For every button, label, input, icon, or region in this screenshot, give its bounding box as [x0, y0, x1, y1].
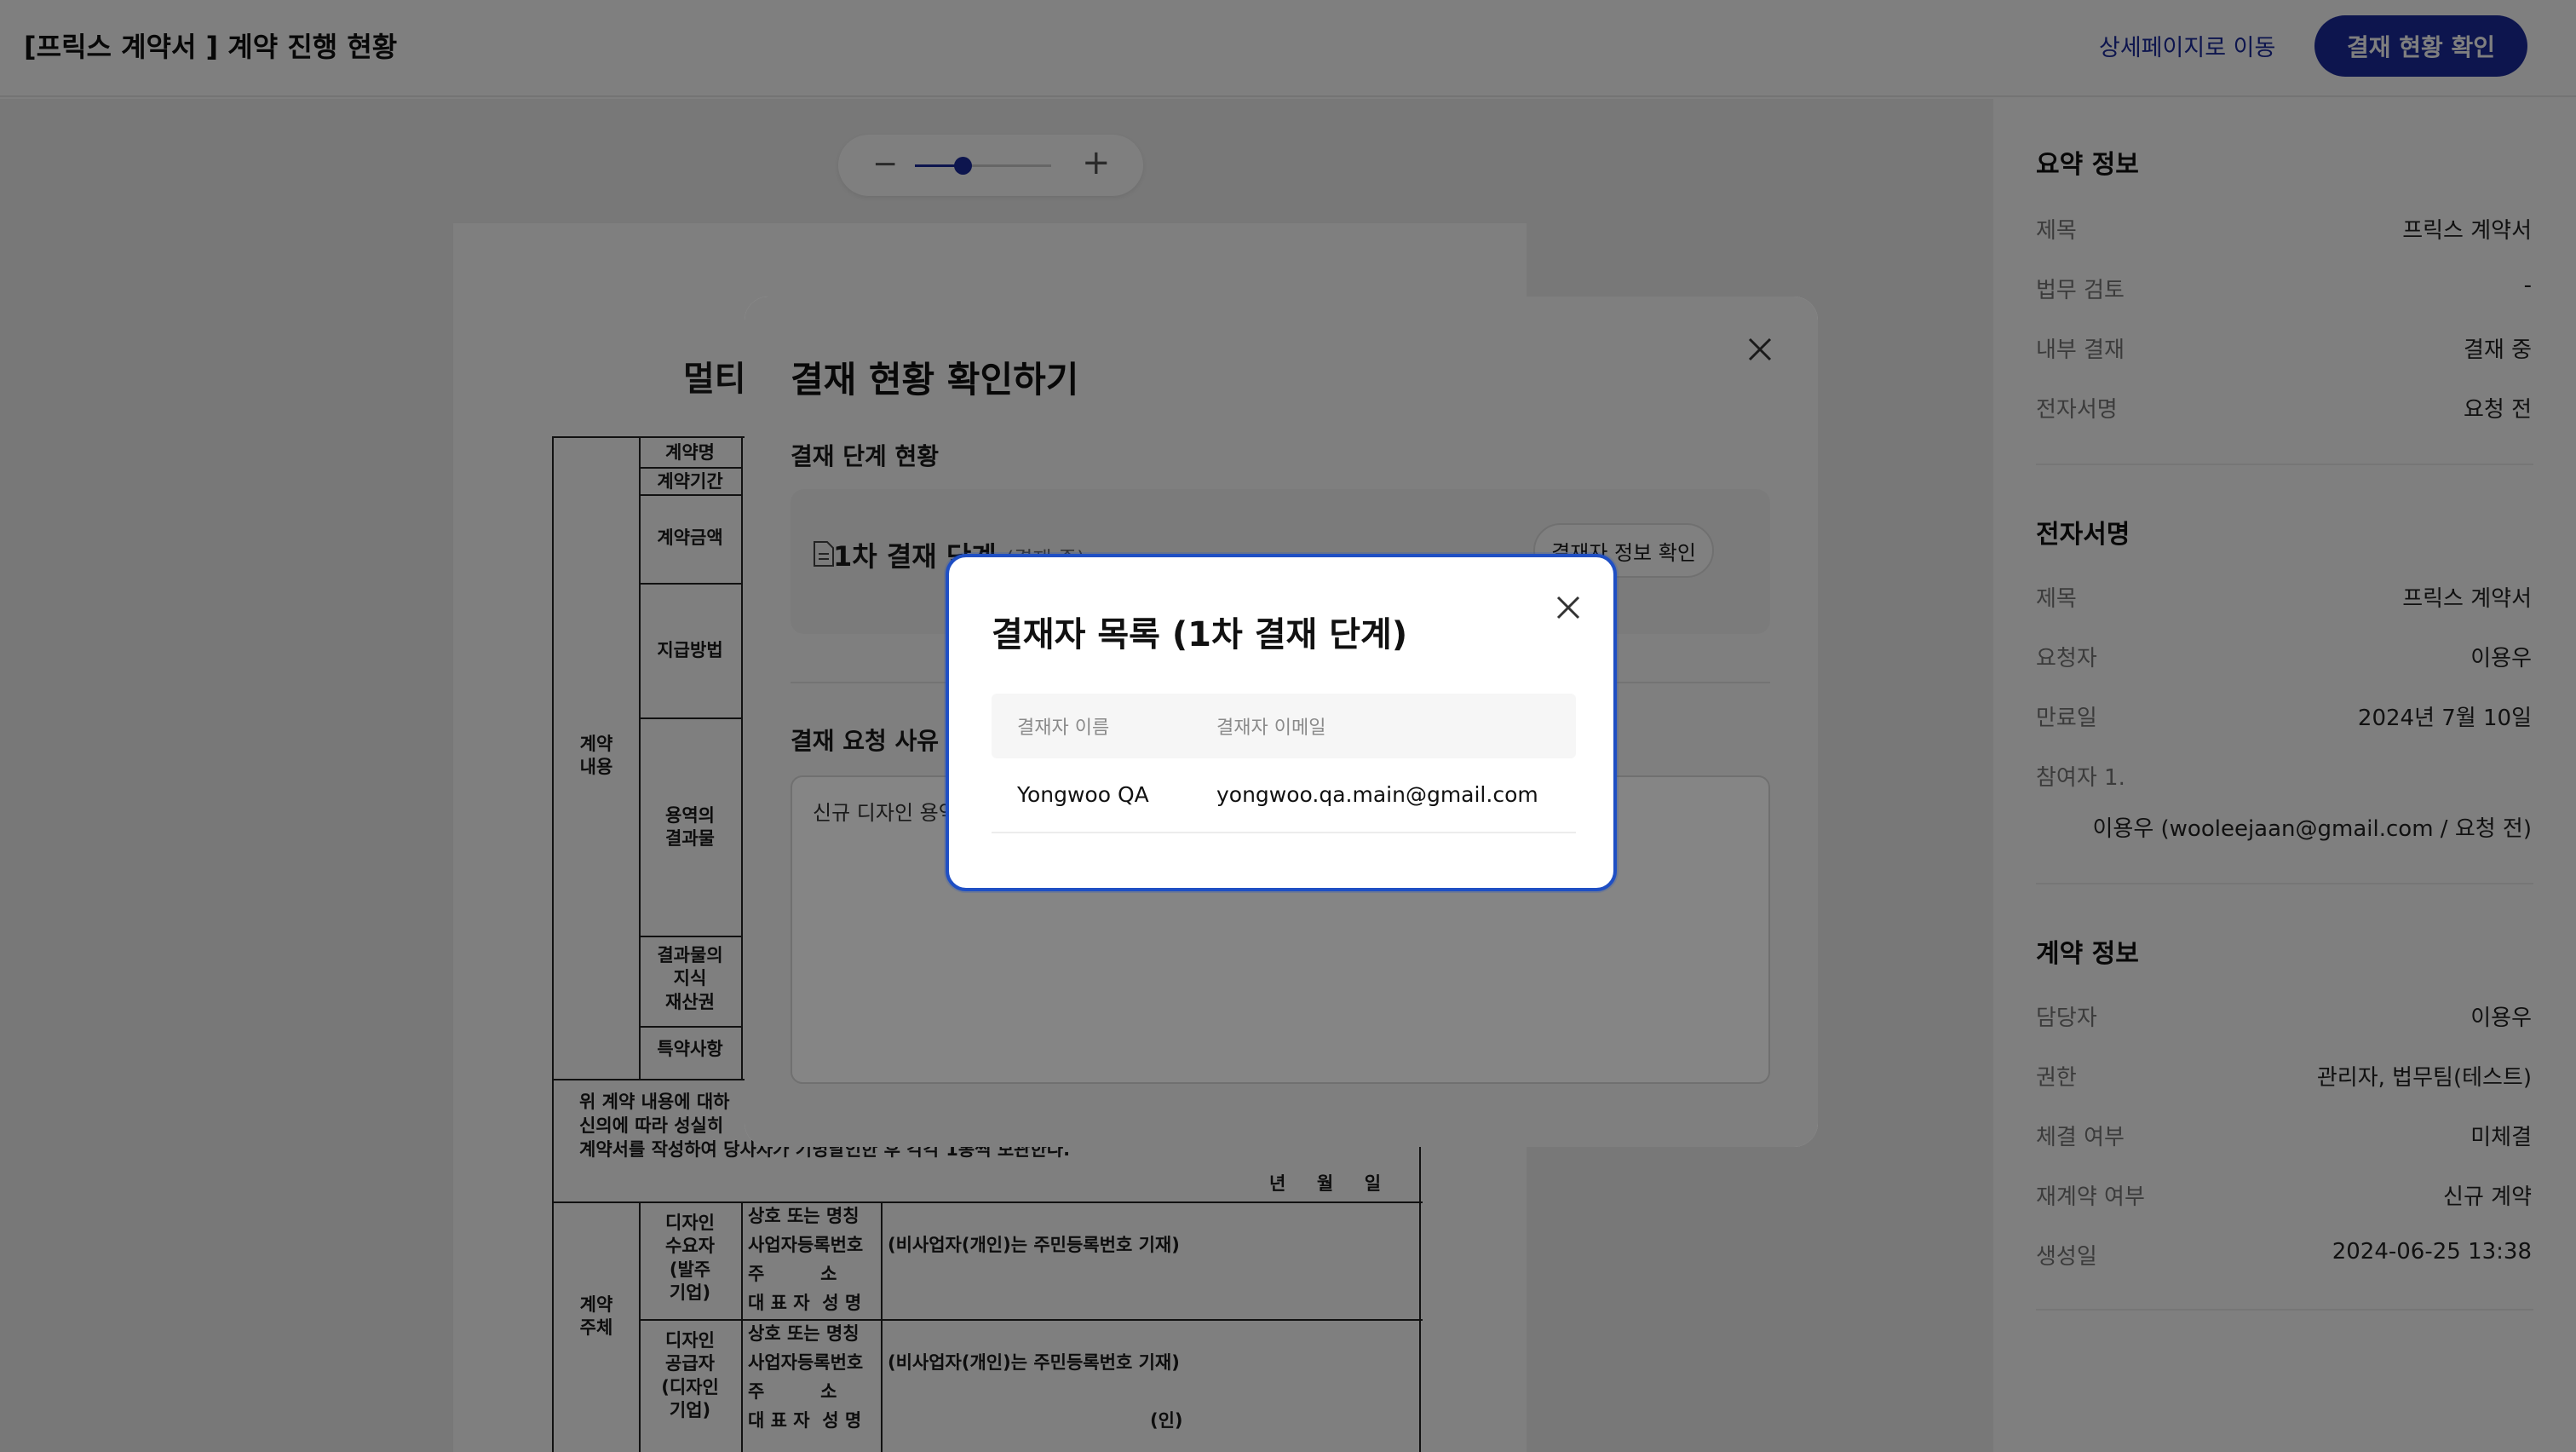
approver-email: yongwoo.qa.main@gmail.com	[1216, 782, 1538, 807]
approver-list-modal: 결재자 목록 (1차 결재 단계) 결재자 이름 결재자 이메일 Yongwoo…	[946, 554, 1617, 891]
approver-modal-title: 결재자 목록 (1차 결재 단계)	[992, 615, 1408, 654]
table-row: Yongwoo QA yongwoo.qa.main@gmail.com	[992, 758, 1576, 833]
approver-name: Yongwoo QA	[1017, 782, 1149, 807]
close-icon[interactable]	[1554, 593, 1583, 622]
column-approver-name: 결재자 이름	[1017, 717, 1110, 739]
approver-table-header: 결재자 이름 결재자 이메일	[992, 694, 1576, 758]
column-approver-email: 결재자 이메일	[1216, 717, 1326, 739]
